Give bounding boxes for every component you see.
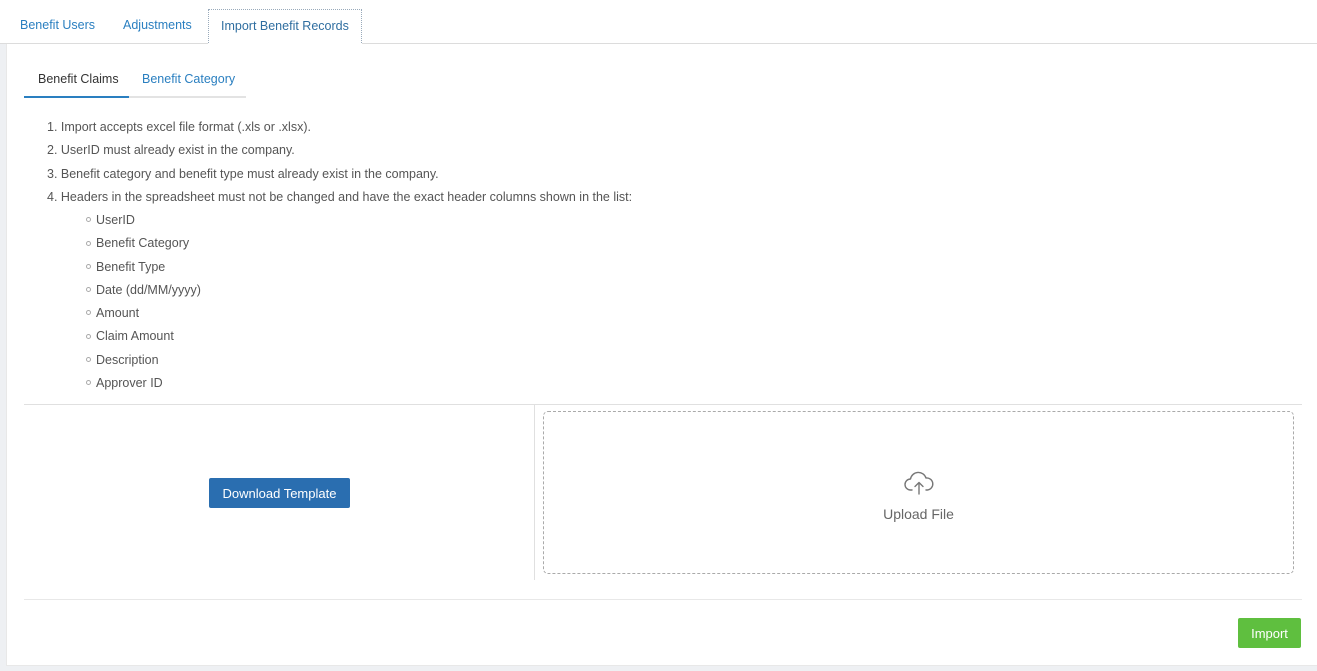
list-item: Amount [86, 302, 201, 325]
instruction-list: 1. Import accepts excel file format (.xl… [47, 116, 632, 209]
circle-bullet-icon [86, 240, 91, 246]
column-divider [534, 405, 535, 580]
header-name: UserID [96, 213, 135, 227]
list-item: Claim Amount [86, 325, 201, 348]
list-item: Description [86, 349, 201, 372]
circle-bullet-icon [86, 263, 91, 269]
circle-bullet-icon [86, 217, 91, 223]
circle-bullet-icon [86, 287, 91, 293]
footer-divider [24, 599, 1302, 600]
header-name: Approver ID [96, 376, 163, 391]
instruction-item: 4. Headers in the spreadsheet must not b… [47, 189, 633, 204]
circle-bullet-icon [86, 333, 91, 339]
circle-bullet-icon [86, 380, 91, 386]
list-item: Approver ID [86, 372, 201, 395]
section-divider [24, 404, 1302, 405]
upload-dropzone[interactable]: Upload File [543, 411, 1294, 574]
header-name: Amount [96, 306, 140, 321]
header-column-list: UserID Benefit Category Benefit Type Dat… [86, 209, 201, 395]
upload-file-label: Upload File [883, 506, 954, 522]
header-name: Description [96, 352, 159, 367]
instruction-item: 1. Import accepts excel file format (.xl… [47, 120, 311, 134]
list-item: Benefit Category [86, 232, 201, 255]
header-name: Claim Amount [96, 329, 174, 344]
tab-benefit-claims[interactable]: Benefit Claims [24, 64, 129, 98]
circle-bullet-icon [86, 310, 91, 316]
header-name: Benefit Category [96, 236, 190, 251]
import-button[interactable]: Import [1238, 618, 1301, 648]
tab-import-benefit-records[interactable]: Import Benefit Records [208, 9, 362, 45]
tab-benefit-category[interactable]: Benefit Category [128, 64, 249, 98]
instruction-item: 2. UserID must already exist in the comp… [47, 143, 295, 158]
page-background-bottom [0, 666, 1317, 671]
header-name: Benefit Type [96, 259, 166, 274]
circle-bullet-icon [86, 356, 91, 362]
download-template-button[interactable]: Download Template [209, 478, 350, 508]
header-name: Date (dd/MM/yyyy) [96, 282, 201, 297]
tab-adjustments[interactable]: Adjustments [111, 9, 204, 44]
list-item: UserID [86, 209, 201, 232]
top-tab-bar: Benefit Users Adjustments Import Benefit… [0, 0, 1317, 45]
list-item: Benefit Type [86, 256, 201, 279]
list-item: Date (dd/MM/yyyy) [86, 279, 201, 302]
tab-benefit-users[interactable]: Benefit Users [8, 9, 107, 44]
instruction-item: 3. Benefit category and benefit type mus… [47, 166, 439, 181]
cloud-upload-icon [904, 471, 934, 495]
